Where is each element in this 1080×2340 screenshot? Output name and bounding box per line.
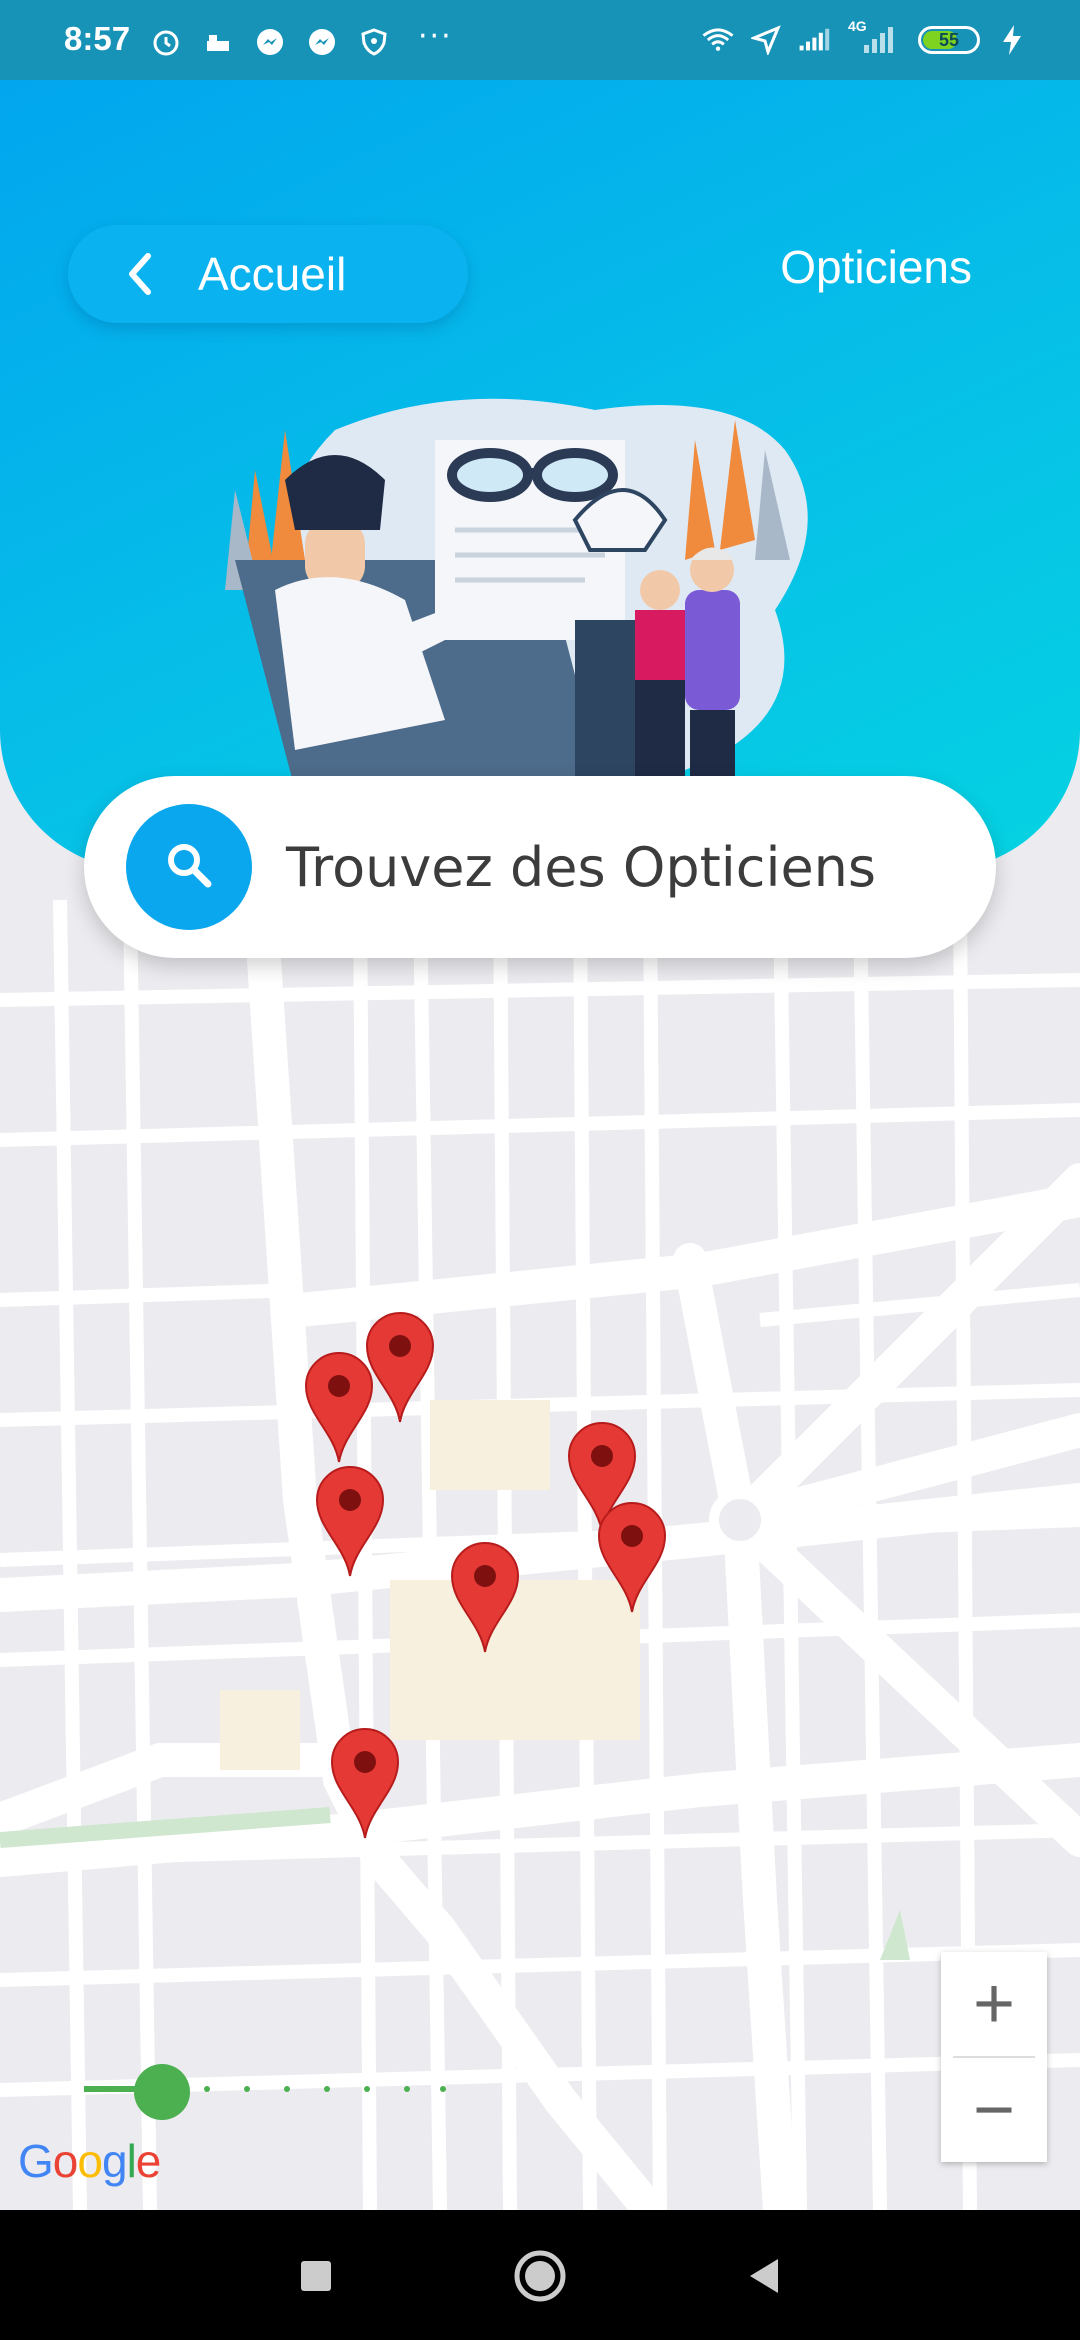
messenger-icon xyxy=(254,26,286,58)
messenger-icon xyxy=(306,26,338,58)
map-marker[interactable] xyxy=(450,1542,520,1654)
zoom-controls: + − xyxy=(941,1952,1047,2162)
zoom-out-button[interactable]: − xyxy=(941,2058,1047,2162)
zoom-level-slider[interactable] xyxy=(84,2064,484,2120)
charging-icon xyxy=(996,24,1028,56)
search-icon xyxy=(164,840,214,894)
more-dots-icon: ··· xyxy=(418,18,453,54)
slider-knob[interactable] xyxy=(134,2064,190,2120)
map-marker[interactable] xyxy=(597,1502,667,1614)
chevron-left-icon xyxy=(126,252,186,296)
slider-step xyxy=(244,2086,250,2092)
home-icon[interactable] xyxy=(512,2248,568,2304)
map-marker[interactable] xyxy=(304,1352,374,1464)
header-banner: Accueil Opticiens xyxy=(0,80,1080,870)
slider-step xyxy=(324,2086,330,2092)
location-icon xyxy=(750,24,782,56)
sleep-icon xyxy=(202,26,234,58)
search-button[interactable] xyxy=(126,804,252,930)
map-marker[interactable] xyxy=(365,1312,435,1424)
battery-level: 55 xyxy=(938,29,960,50)
network-type-label: 4G xyxy=(848,18,867,34)
slider-step xyxy=(204,2086,210,2092)
signal-4g-icon: 4G xyxy=(846,18,902,56)
slider-step xyxy=(284,2086,290,2092)
back-button[interactable]: Accueil xyxy=(68,225,468,323)
wifi-icon xyxy=(702,24,734,56)
alarm-icon xyxy=(150,26,182,58)
map-marker[interactable] xyxy=(330,1728,400,1840)
shield-icon xyxy=(358,26,390,58)
search-input[interactable]: Trouvez des Opticiens xyxy=(286,836,876,899)
back-icon[interactable] xyxy=(736,2248,792,2304)
slider-step xyxy=(364,2086,370,2092)
recent-apps-icon[interactable] xyxy=(288,2248,344,2304)
battery-icon: 55 xyxy=(918,26,980,54)
slider-step xyxy=(440,2086,446,2092)
signal-icon xyxy=(798,24,830,56)
page-title: Opticiens xyxy=(780,241,972,293)
status-bar: 8:57 ··· 4G 55 xyxy=(0,0,1080,80)
status-time: 8:57 xyxy=(64,20,131,57)
slider-step xyxy=(404,2086,410,2092)
navigation-bar xyxy=(0,2210,1080,2340)
search-bar[interactable]: Trouvez des Opticiens xyxy=(84,776,996,958)
map-marker[interactable] xyxy=(315,1466,385,1578)
zoom-in-button[interactable]: + xyxy=(941,1952,1047,2056)
back-button-label: Accueil xyxy=(198,248,347,300)
google-logo: Google xyxy=(18,2135,161,2187)
